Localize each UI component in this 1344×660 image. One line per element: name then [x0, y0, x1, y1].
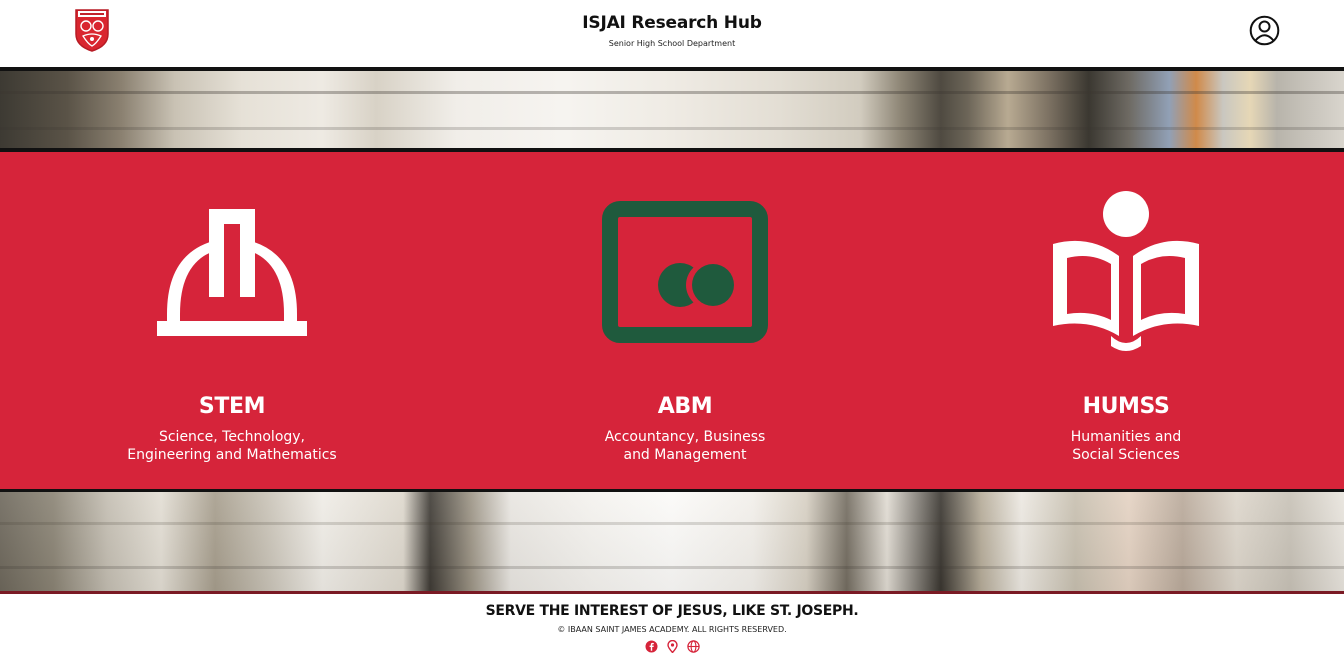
page-title: ISJAI Research Hub — [582, 13, 762, 33]
footer-copyright: © IBAAN SAINT JAMES ACADEMY. ALL RIGHTS … — [557, 625, 787, 634]
program-title: STEM — [198, 394, 266, 419]
user-circle-icon[interactable] — [1249, 15, 1280, 46]
program-card-stem[interactable]: STEM Science, Technology, Engineering an… — [32, 152, 432, 489]
program-title: HUMSS — [1082, 394, 1170, 419]
globe-icon[interactable] — [686, 640, 700, 653]
program-card-abm[interactable]: ABM Accountancy, Business and Management — [485, 152, 885, 489]
program-card-humss[interactable]: HUMSS Humanities and Social Sciences — [926, 152, 1326, 489]
footer-divider — [0, 591, 1344, 594]
facebook-icon[interactable] — [645, 640, 658, 653]
program-description: Science, Technology, Engineering and Mat… — [127, 429, 337, 463]
location-pin-icon[interactable] — [666, 639, 679, 654]
library-banner-top — [0, 71, 1344, 149]
program-title: ABM — [657, 394, 713, 419]
site-header: ISJAI Research Hub Senior High School De… — [0, 0, 1344, 67]
footer-motto: SERVE THE INTEREST OF JESUS, LIKE ST. JO… — [485, 603, 859, 619]
program-description: Humanities and Social Sciences — [1070, 429, 1182, 463]
program-description: Accountancy, Business and Management — [604, 429, 766, 463]
coins-board-icon — [602, 201, 768, 343]
library-banner-bottom — [0, 492, 1344, 592]
footer-social-links — [0, 639, 1344, 654]
page-subtitle: Senior High School Department — [608, 39, 736, 48]
reader-book-icon — [1053, 191, 1199, 351]
programs-band: STEM Science, Technology, Engineering an… — [0, 152, 1344, 489]
hard-hat-icon — [157, 209, 307, 336]
